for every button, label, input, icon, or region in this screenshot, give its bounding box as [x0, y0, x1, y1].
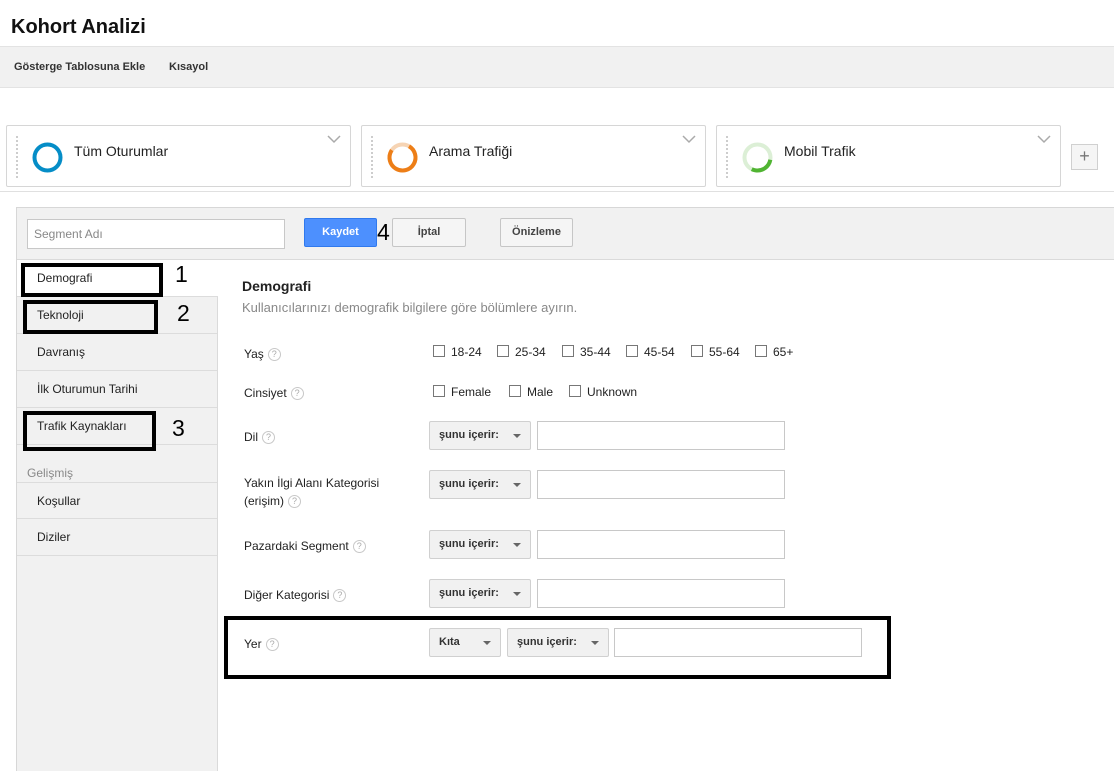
cancel-button[interactable]: İptal — [392, 218, 466, 247]
segment-ring-icon — [742, 142, 773, 173]
checkbox-box — [562, 345, 574, 357]
drag-handle[interactable] — [725, 135, 729, 179]
annotation-box-3 — [23, 411, 156, 451]
affinity-category-label: Yakın İlgi Alanı Kategorisi (erişim)? — [244, 476, 380, 509]
annotation-number-4: 4 — [377, 219, 390, 245]
age-checkbox-45-54[interactable]: 45-54 — [626, 345, 675, 359]
chevron-down-icon[interactable] — [1037, 134, 1051, 144]
sidebar-item-label: Davranış — [37, 345, 86, 359]
segment-ring-icon — [32, 142, 63, 173]
in-market-segment-label: Pazardaki Segment? — [244, 537, 366, 555]
segment-ring-icon — [387, 142, 418, 173]
age-checkbox-65-plus[interactable]: 65+ — [755, 345, 793, 359]
affinity-value-input[interactable] — [537, 470, 785, 499]
language-label: Dil? — [244, 428, 275, 446]
section-subtitle: Kullanıcılarınızı demografik bilgilere g… — [242, 300, 578, 315]
segment-bar: Tüm Oturumlar Arama Trafiği Mobil Trafik… — [0, 88, 1114, 192]
gender-label: Cinsiyet? — [244, 384, 304, 402]
sidebar-item-conditions[interactable]: Koşullar — [17, 482, 217, 519]
segment-card-search-traffic[interactable]: Arama Trafiği — [361, 125, 706, 187]
help-icon[interactable]: ? — [288, 495, 301, 509]
caret-down-icon — [513, 592, 521, 596]
segment-label: Arama Trafiği — [429, 143, 513, 159]
other-category-value-input[interactable] — [537, 579, 785, 608]
advanced-heading: Gelişmiş — [27, 466, 74, 480]
sidebar-item-first-session-date[interactable]: İlk Oturumun Tarihi — [17, 371, 217, 408]
chevron-down-icon[interactable] — [682, 134, 696, 144]
save-button[interactable]: Kaydet — [304, 218, 377, 247]
age-checkbox-35-44[interactable]: 35-44 — [562, 345, 611, 359]
add-to-dashboard-link[interactable]: Gösterge Tablosuna Ekle — [14, 61, 145, 73]
language-operator-dropdown[interactable]: şunu içerir: — [429, 421, 531, 450]
annotation-number-2: 2 — [177, 300, 190, 326]
sidebar-item-sequences[interactable]: Diziler — [17, 519, 217, 556]
add-segment-button[interactable]: + — [1071, 144, 1098, 170]
report-toolbar: Gösterge Tablosuna Ekle Kısayol — [0, 46, 1114, 88]
checkbox-box — [569, 385, 581, 397]
demographics-panel: Demografi Kullanıcılarınızı demografik b… — [219, 260, 1114, 771]
help-icon[interactable]: ? — [333, 589, 347, 603]
annotation-box-2 — [23, 300, 158, 334]
sidebar-item-label: Koşullar — [37, 494, 81, 508]
page-title: Kohort Analizi — [11, 16, 146, 38]
checkbox-box — [433, 345, 445, 357]
segment-category-sidebar: Demografi Teknoloji Davranış İlk Oturumu… — [17, 260, 227, 771]
other-category-label: Diğer Kategorisi? — [244, 586, 347, 604]
sidebar-item-label: Diziler — [37, 530, 71, 544]
segment-editor-toolbar: Kaydet 4 İptal Önizleme — [17, 208, 1114, 260]
in-market-operator-dropdown[interactable]: şunu içerir: — [429, 530, 531, 559]
annotation-number-3: 3 — [172, 415, 185, 441]
caret-down-icon — [513, 434, 521, 438]
age-checkbox-55-64[interactable]: 55-64 — [691, 345, 740, 359]
help-icon[interactable]: ? — [262, 431, 275, 445]
segment-card-all-sessions[interactable]: Tüm Oturumlar — [6, 125, 351, 187]
sidebar-item-behavior[interactable]: Davranış — [17, 334, 217, 371]
shortcut-link[interactable]: Kısayol — [169, 61, 208, 73]
caret-down-icon — [513, 483, 521, 487]
annotation-number-1: 1 — [175, 261, 188, 287]
affinity-operator-dropdown[interactable]: şunu içerir: — [429, 470, 531, 499]
caret-down-icon — [513, 543, 521, 547]
section-title: Demografi — [242, 278, 312, 294]
age-checkbox-25-34[interactable]: 25-34 — [497, 345, 546, 359]
help-icon[interactable]: ? — [352, 540, 366, 554]
age-checkbox-18-24[interactable]: 18-24 — [433, 345, 482, 359]
help-icon[interactable]: ? — [290, 387, 304, 401]
language-value-input[interactable] — [537, 421, 785, 450]
segment-label: Tüm Oturumlar — [74, 143, 169, 159]
other-category-operator-dropdown[interactable]: şunu içerir: — [429, 579, 531, 608]
drag-handle[interactable] — [370, 135, 374, 179]
checkbox-box — [433, 385, 445, 397]
sidebar-item-label: İlk Oturumun Tarihi — [37, 382, 138, 396]
segment-editor: Kaydet 4 İptal Önizleme Demografi Teknol… — [16, 207, 1114, 771]
segment-card-mobile-traffic[interactable]: Mobil Trafik — [716, 125, 1061, 187]
drag-handle[interactable] — [15, 135, 19, 179]
checkbox-box — [755, 345, 767, 357]
age-label: Yaş? — [244, 345, 281, 363]
segment-name-input[interactable] — [27, 219, 285, 249]
chevron-down-icon[interactable] — [327, 134, 341, 144]
gender-checkbox-female[interactable]: Female — [433, 385, 491, 399]
help-icon[interactable]: ? — [267, 348, 281, 362]
annotation-box-1 — [21, 263, 163, 297]
annotation-box-location — [224, 616, 891, 679]
preview-button[interactable]: Önizleme — [500, 218, 573, 247]
in-market-value-input[interactable] — [537, 530, 785, 559]
checkbox-box — [691, 345, 703, 357]
segment-label: Mobil Trafik — [784, 143, 856, 159]
checkbox-box — [509, 385, 521, 397]
gender-checkbox-male[interactable]: Male — [509, 385, 553, 399]
checkbox-box — [497, 345, 509, 357]
checkbox-box — [626, 345, 638, 357]
gender-checkbox-unknown[interactable]: Unknown — [569, 385, 637, 399]
